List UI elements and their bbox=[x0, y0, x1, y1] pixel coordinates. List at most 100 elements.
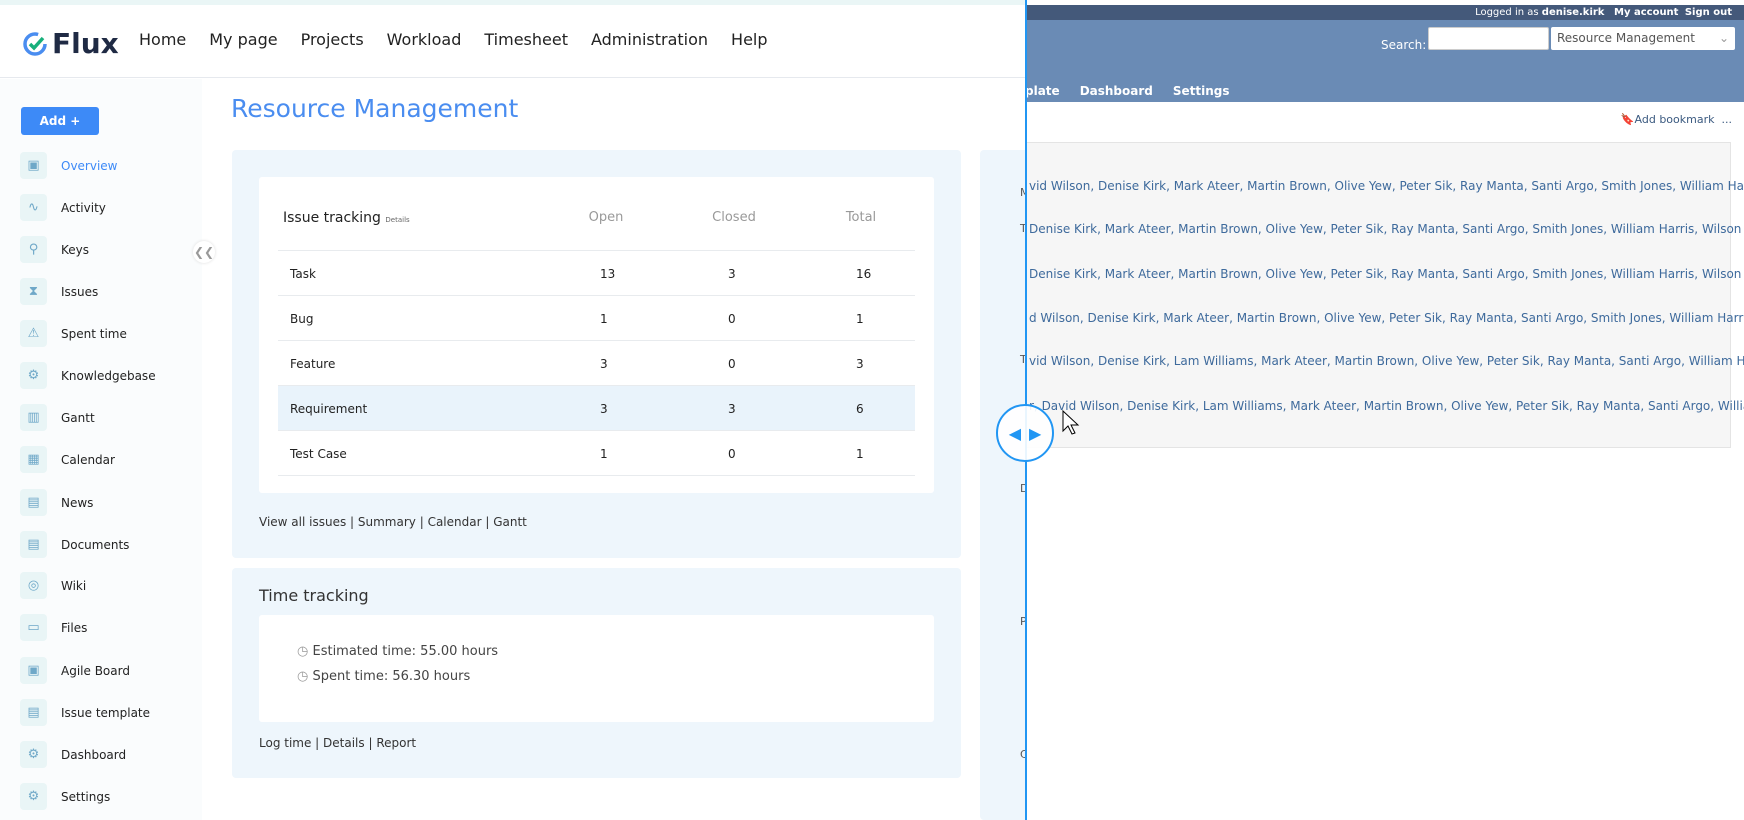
tracker-name[interactable]: Task bbox=[290, 267, 316, 281]
sidebar-item-files[interactable]: ▭ Files bbox=[20, 614, 87, 641]
column-total: Total bbox=[845, 210, 877, 225]
details-link[interactable]: Details bbox=[323, 736, 365, 750]
logged-in-label: Logged in as bbox=[1475, 7, 1539, 18]
total-count[interactable]: 16 bbox=[856, 267, 871, 281]
nav-home[interactable]: Home bbox=[139, 30, 186, 49]
total-count[interactable]: 1 bbox=[856, 447, 864, 461]
add-bookmark[interactable]: 🔖Add bookmark ... bbox=[1621, 113, 1732, 126]
knowledgebase-icon: ⚙ bbox=[20, 362, 47, 389]
logged-in-user[interactable]: denise.kirk bbox=[1542, 7, 1605, 18]
collapse-sidebar-button[interactable]: ❮❮ bbox=[193, 241, 215, 263]
total-count[interactable]: 6 bbox=[856, 402, 864, 416]
arrow-right-icon: ▶ bbox=[1029, 423, 1042, 443]
tracker-name[interactable]: Requirement bbox=[290, 402, 367, 416]
closed-count[interactable]: 0 bbox=[728, 312, 736, 326]
sidebar-item-overview[interactable]: ▣ Overview bbox=[20, 152, 118, 179]
tracker-name[interactable]: Bug bbox=[290, 312, 313, 326]
tab-settings[interactable]: Settings bbox=[1173, 84, 1230, 98]
table-row[interactable]: Requirement 3 3 6 bbox=[278, 385, 915, 430]
account-bar: Logged in as denise.kirk My account Sign… bbox=[1025, 5, 1744, 20]
table-row[interactable]: Test Case 1 0 1 bbox=[278, 430, 915, 475]
sidebar-item-settings[interactable]: ⚙ Settings bbox=[20, 783, 110, 810]
tab-dashboard[interactable]: Dashboard bbox=[1080, 84, 1153, 98]
sidebar-item-dashboard[interactable]: ⚙ Dashboard bbox=[20, 741, 126, 768]
open-count[interactable]: 3 bbox=[600, 402, 608, 416]
nav-help[interactable]: Help bbox=[731, 30, 767, 49]
member-list-line[interactable]: r, David Wilson, Denise Kirk, Lam Willia… bbox=[1029, 399, 1744, 413]
sidebar-item-documents[interactable]: ▤ Documents bbox=[20, 531, 129, 558]
tracker-name[interactable]: Feature bbox=[290, 357, 335, 371]
view-all-issues-link[interactable]: View all issues bbox=[259, 515, 346, 529]
issues-icon: ⧗ bbox=[20, 278, 47, 305]
overview-icon: ▣ bbox=[20, 152, 47, 179]
sidebar-item-wiki[interactable]: ◎ Wiki bbox=[20, 572, 86, 599]
column-open: Open bbox=[588, 210, 624, 225]
open-count[interactable]: 13 bbox=[600, 267, 615, 281]
sidebar-item-issue-template[interactable]: ▤ Issue template bbox=[20, 699, 150, 726]
gantt-link[interactable]: Gantt bbox=[493, 515, 527, 529]
tracker-name[interactable]: Test Case bbox=[290, 447, 347, 461]
open-count[interactable]: 3 bbox=[600, 357, 608, 371]
sidebar-item-label: Dashboard bbox=[61, 747, 127, 762]
logo[interactable]: Flux bbox=[22, 27, 119, 60]
add-button[interactable]: Add + bbox=[21, 107, 99, 135]
sign-out-link[interactable]: Sign out bbox=[1685, 7, 1732, 18]
nav-workload[interactable]: Workload bbox=[387, 30, 462, 49]
open-count[interactable]: 1 bbox=[600, 447, 608, 461]
more-menu[interactable]: ... bbox=[1722, 113, 1733, 126]
calendar-link[interactable]: Calendar bbox=[428, 515, 482, 529]
sidebar-item-label: Overview bbox=[61, 158, 118, 173]
time-links: Log time | Details | Report bbox=[259, 736, 417, 750]
sidebar-item-news[interactable]: ▤ News bbox=[20, 489, 93, 516]
sidebar-item-issues[interactable]: ⧗ Issues bbox=[20, 278, 98, 305]
report-link[interactable]: Report bbox=[376, 736, 416, 750]
member-list-line[interactable]: d Wilson, Denise Kirk, Mark Ateer, Marti… bbox=[1029, 311, 1744, 325]
closed-count[interactable]: 3 bbox=[728, 267, 736, 281]
total-count[interactable]: 1 bbox=[856, 312, 864, 326]
nav-administration[interactable]: Administration bbox=[591, 30, 708, 49]
nav-projects[interactable]: Projects bbox=[301, 30, 364, 49]
project-select[interactable]: Resource Management ⌄ bbox=[1551, 27, 1735, 50]
sidebar-item-activity[interactable]: ∿ Activity bbox=[20, 194, 106, 221]
sidebar-item-knowledgebase[interactable]: ⚙ Knowledgebase bbox=[20, 362, 156, 389]
issue-tracking-title: Issue tracking Details bbox=[283, 210, 410, 226]
total-count[interactable]: 3 bbox=[856, 357, 864, 371]
sidebar-item-label: Spent time bbox=[61, 326, 127, 341]
table-row[interactable]: Feature 3 0 3 bbox=[278, 340, 915, 385]
closed-count[interactable]: 0 bbox=[728, 447, 736, 461]
closed-count[interactable]: 0 bbox=[728, 357, 736, 371]
nav-timesheet[interactable]: Timesheet bbox=[484, 30, 568, 49]
wiki-icon: ◎ bbox=[20, 572, 47, 599]
tab-issue-template[interactable]: plate bbox=[1025, 84, 1060, 98]
sidebar-item-gantt[interactable]: ▥ Gantt bbox=[20, 404, 95, 431]
sidebar-item-agile-board[interactable]: ▣ Agile Board bbox=[20, 657, 130, 684]
table-row[interactable]: Bug 1 0 1 bbox=[278, 295, 915, 340]
bookmark-icon: 🔖 bbox=[1620, 113, 1635, 126]
compare-slider-handle[interactable]: ◀ ▶ bbox=[996, 404, 1054, 462]
sidebar-item-keys[interactable]: ⚲ Keys bbox=[20, 236, 89, 263]
member-list-line[interactable]: vid Wilson, Denise Kirk, Lam Williams, M… bbox=[1029, 354, 1744, 368]
member-list-line[interactable]: vid Wilson, Denise Kirk, Mark Ateer, Mar… bbox=[1029, 179, 1744, 193]
keys-icon: ⚲ bbox=[20, 236, 47, 263]
open-count[interactable]: 1 bbox=[600, 312, 608, 326]
time-tracking-title: Time tracking bbox=[259, 586, 369, 605]
nav-my-page[interactable]: My page bbox=[209, 30, 277, 49]
column-closed: Closed bbox=[712, 210, 756, 225]
sidebar-item-spent-time[interactable]: ⚠ Spent time bbox=[20, 320, 127, 347]
sidebar-item-label: News bbox=[61, 495, 94, 510]
news-icon: ▤ bbox=[20, 489, 47, 516]
chevron-down-icon: ⌄ bbox=[1718, 31, 1729, 45]
member-list-line[interactable]: Denise Kirk, Mark Ateer, Martin Brown, O… bbox=[1029, 267, 1741, 281]
table-row[interactable]: Task 13 3 16 bbox=[278, 250, 915, 295]
closed-count[interactable]: 3 bbox=[728, 402, 736, 416]
details-link[interactable]: Details bbox=[385, 216, 409, 224]
my-account-link[interactable]: My account bbox=[1614, 7, 1678, 18]
log-time-link[interactable]: Log time bbox=[259, 736, 311, 750]
settings-icon: ⚙ bbox=[20, 783, 47, 810]
sidebar-item-calendar[interactable]: ▦ Calendar bbox=[20, 446, 115, 473]
project-header: Search: Resource Management ⌄ plate Dashb… bbox=[1025, 20, 1744, 102]
search-input[interactable] bbox=[1428, 27, 1549, 50]
member-list-line[interactable]: Denise Kirk, Mark Ateer, Martin Brown, O… bbox=[1029, 222, 1741, 236]
summary-link[interactable]: Summary bbox=[358, 515, 416, 529]
sidebar-item-label: Knowledgebase bbox=[61, 368, 156, 383]
